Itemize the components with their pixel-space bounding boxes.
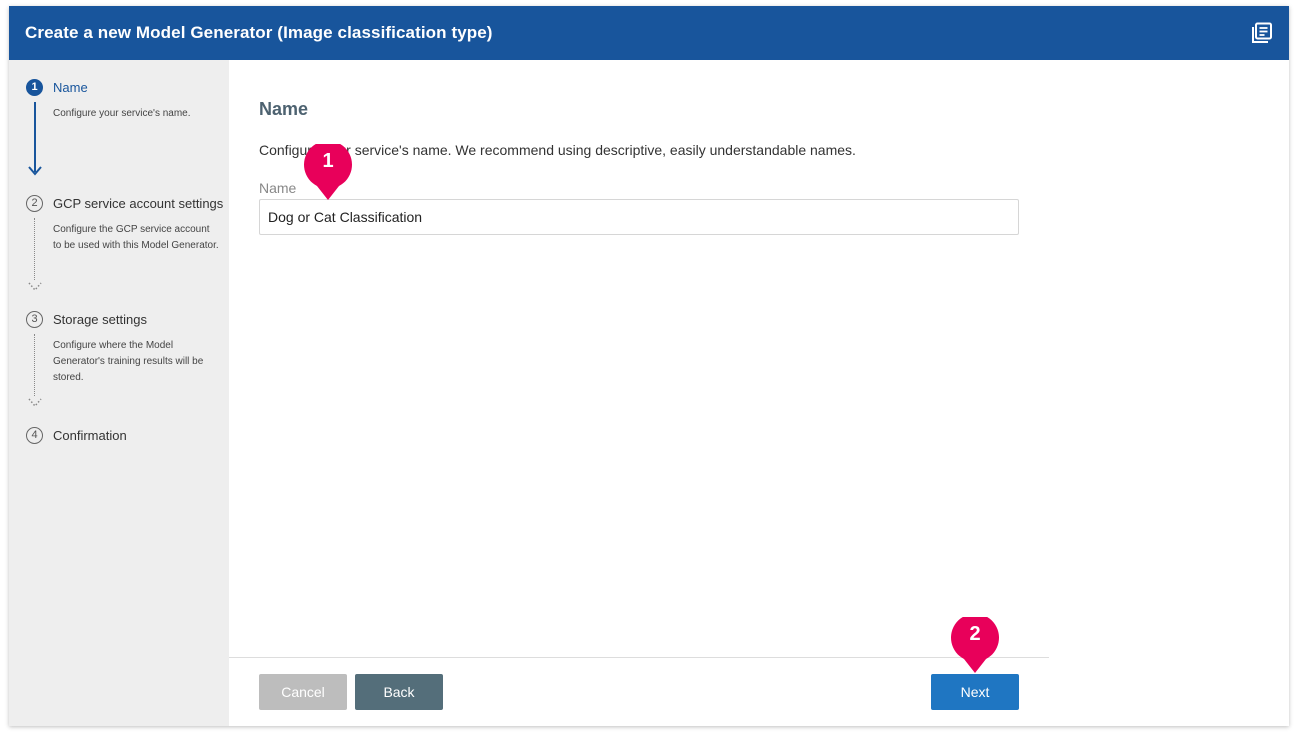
step-connector-dotted [34,334,35,396]
name-field-label: Name [259,180,297,196]
step-number-3: 3 [26,311,43,328]
step-description-storage-settings: Configure where the Model Generator's tr… [53,340,204,383]
document-list-icon[interactable] [1251,22,1273,44]
section-title: Name [259,99,309,119]
step-number-1: 1 [26,79,43,96]
step-title-gcp-service-account[interactable]: GCP service account settings [53,195,223,212]
step-connector-solid [34,102,36,172]
step-number-4: 4 [26,427,43,444]
name-input[interactable] [259,199,1019,235]
step-number-2: 2 [26,195,43,212]
step-description-name: Configure your service's name. [53,108,191,119]
annotation-marker-number: 2 [969,623,981,645]
arrow-down-icon [28,166,42,176]
next-button[interactable]: Next [931,674,1019,710]
cancel-button[interactable]: Cancel [259,674,347,710]
dotted-arrow-down-icon [28,398,42,408]
annotation-marker-1: 1 [304,140,352,200]
step-description-gcp-service-account: Configure the GCP service account to be … [53,224,219,251]
annotation-marker-number: 1 [322,150,334,172]
step-title-confirmation[interactable]: Confirmation [53,427,127,444]
create-model-generator-dialog: Create a new Model Generator (Image clas… [9,6,1289,726]
step-title-storage-settings[interactable]: Storage settings [53,311,147,328]
wizard-steps-sidebar: 1 Name Configure your service's name. 2 … [9,60,229,726]
step-title-name[interactable]: Name [53,79,88,96]
step-connector-dotted [34,218,35,280]
back-button[interactable]: Back [355,674,443,710]
step-content: Name Configure your service's name. We r… [229,60,1289,726]
footer-divider [229,657,1049,658]
annotation-marker-2: 2 [951,613,999,673]
dotted-arrow-down-icon [28,282,42,292]
dialog-header: Create a new Model Generator (Image clas… [9,6,1289,60]
dialog-title: Create a new Model Generator (Image clas… [25,23,493,42]
